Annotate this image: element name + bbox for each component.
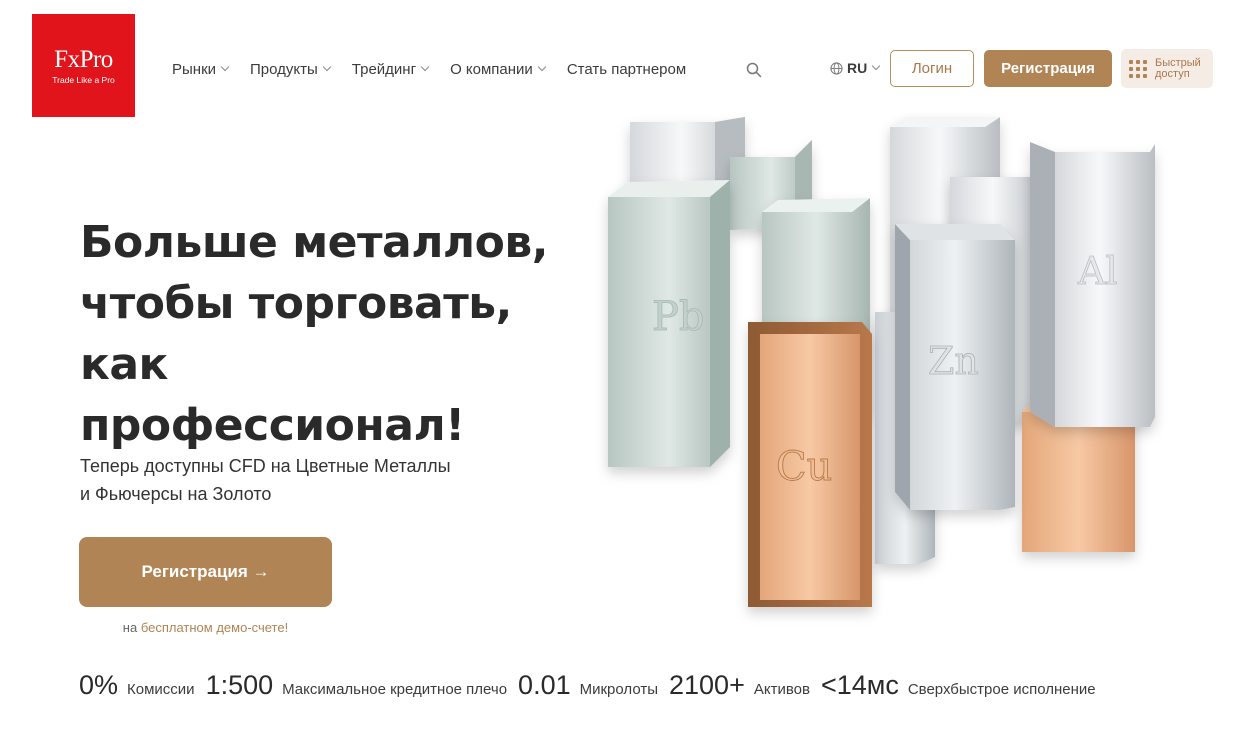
lead-bar: Pb [608, 180, 730, 467]
quick-access-button[interactable]: Быстрый доступ [1121, 49, 1213, 88]
hero-title-line: Больше металлов, [80, 217, 548, 268]
globe-icon [830, 61, 843, 75]
stat-label: Комиссии [127, 681, 195, 698]
nav-item-label: О компании [450, 60, 533, 78]
zinc-bar: Zn [895, 224, 1015, 510]
stat-execution: <14мс Сверхбыстрое исполнение [821, 670, 1096, 701]
metal-symbol: Zn [928, 339, 979, 383]
quick-access-label: Быстрый доступ [1155, 56, 1201, 80]
stat-value: 1:500 [205, 670, 274, 700]
stat-commission: 0% Комиссии [79, 670, 195, 701]
nav-item-label: Рынки [172, 60, 217, 78]
chevron-down-icon [871, 61, 881, 71]
hero-title: Больше металлов, чтобы торговать, как пр… [80, 212, 550, 456]
metal-bars-illustration: Pb Al Zn Cu [608, 117, 1155, 607]
hero-register-button[interactable]: Регистрация → [79, 537, 332, 607]
chevron-down-icon [420, 62, 430, 72]
chevron-down-icon [537, 62, 547, 72]
logo-tagline: Trade Like a Pro [52, 74, 115, 85]
stat-microlots: 0.01 Микролоты [518, 670, 658, 701]
login-button[interactable]: Логин [890, 50, 974, 87]
nav-item-label: Трейдинг [351, 60, 417, 78]
demo-note-prefix: на [122, 620, 138, 635]
hero-title-line: чтобы торговать, [80, 278, 512, 329]
stat-leverage: 1:500 Максимальное кредитное плечо [206, 670, 507, 701]
grid-icon [1129, 59, 1147, 78]
stat-assets: 2100+ Активов [669, 670, 810, 701]
hero-title-line: профессионал! [80, 400, 465, 451]
nav-item-company[interactable]: О компании [450, 60, 547, 78]
stat-value: <14мс [820, 670, 899, 700]
nav-item-label: Стать партнером [566, 60, 687, 78]
stat-label: Максимальное кредитное плечо [282, 681, 508, 698]
chevron-down-icon [220, 62, 230, 72]
logo-wordmark: FxPro [54, 45, 113, 73]
language-selector[interactable]: RU [830, 60, 881, 76]
language-code: RU [847, 60, 868, 76]
stat-value: 0% [79, 670, 119, 700]
register-button[interactable]: Регистрация [984, 50, 1112, 87]
nav-item-trading[interactable]: Трейдинг [351, 60, 430, 78]
demo-note: на бесплатном демо-счете! [79, 620, 332, 635]
search-icon[interactable] [746, 62, 762, 78]
aluminium-bar: Al [1030, 142, 1155, 427]
metal-symbol: Cu [776, 444, 832, 490]
hero-title-line: как [80, 339, 168, 390]
stat-label: Сверхбыстрое исполнение [907, 681, 1096, 698]
nav-item-partner[interactable]: Стать партнером [567, 61, 686, 78]
hero-subtitle: Теперь доступны CFD на Цветные Металлы и… [80, 456, 451, 504]
nav-item-products[interactable]: Продукты [250, 60, 332, 78]
main-nav: Рынки Продукты Трейдинг О компании Стать… [172, 58, 708, 80]
nav-item-label: Продукты [250, 60, 318, 78]
stat-label: Микролоты [579, 681, 658, 698]
fxpro-logo[interactable]: FxPro Trade Like a Pro [32, 14, 135, 117]
stat-value: 0.01 [518, 670, 571, 700]
stat-label: Активов [753, 681, 810, 698]
metal-symbol: Pb [652, 294, 705, 340]
chevron-down-icon [322, 62, 332, 72]
stat-value: 2100+ [669, 670, 745, 700]
demo-account-link[interactable]: бесплатном демо-счете! [141, 620, 288, 635]
stats-bar: 0% Комиссии 1:500 Максимальное кредитное… [79, 670, 1107, 701]
copper-cu-bar: Cu [748, 322, 872, 607]
metal-symbol: Al [1077, 249, 1118, 293]
nav-item-markets[interactable]: Рынки [172, 60, 230, 78]
